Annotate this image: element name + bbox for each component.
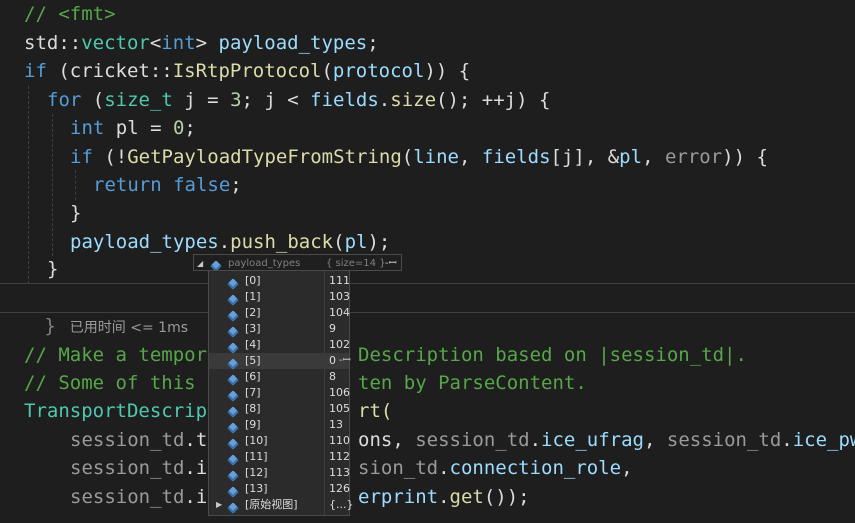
datatip-item-value[interactable]: 106 xyxy=(329,385,350,401)
datatip-item-name: [1] xyxy=(245,290,261,303)
code-text: } xyxy=(44,315,56,337)
datatip-item[interactable]: [13] 126 xyxy=(209,481,350,498)
datatip-panel[interactable]: [0] 111 [1] 103 [2] 104 [3] 9 [4] 102 [5] 0 -ꟷ [6] 8 [7… xyxy=(208,270,354,516)
code-text: return false; xyxy=(93,174,242,196)
datatip-item-name: [13] xyxy=(245,482,268,495)
comment-text: // Some of this xyxy=(24,372,196,394)
code-text: if (cricket::IsRtpProtocol(protocol)) { xyxy=(24,60,471,82)
datatip-item-value[interactable]: 126 xyxy=(329,481,350,497)
datatip-item-value[interactable]: 13 xyxy=(329,417,343,433)
code-text: int pl = 0; xyxy=(70,117,196,139)
datatip-header[interactable]: ◢ payload_types { size=14 } -ꟷ xyxy=(193,254,402,272)
code-text: session_td.t xyxy=(70,429,208,451)
datatip-item-name: [12] xyxy=(245,466,268,479)
datatip-item-name: [11] xyxy=(245,450,268,463)
code-editor[interactable]: // <fmt> std::vector<int> payload_types;… xyxy=(0,0,855,523)
datatip-item-name: [5] xyxy=(245,354,261,367)
datatip-item-value[interactable]: 110 xyxy=(329,433,350,449)
code-line[interactable]: if (cricket::IsRtpProtocol(protocol)) { xyxy=(0,57,470,85)
datatip-item-value[interactable]: 0 xyxy=(329,353,336,369)
code-text: std::vector<int> payload_types; xyxy=(24,32,379,54)
code-text: TransportDescrip xyxy=(24,400,208,422)
datatip-item-value[interactable]: 8 xyxy=(329,369,336,385)
datatip-item-value[interactable]: 102 xyxy=(329,337,350,353)
datatip-item-value[interactable]: 105 xyxy=(329,401,350,417)
datatip-item[interactable]: [6] 8 xyxy=(209,369,349,386)
datatip-item-value[interactable]: 111 xyxy=(329,273,350,289)
datatip-item-value[interactable]: 112 xyxy=(329,449,350,465)
datatip-item[interactable]: [7] 106 xyxy=(209,385,350,402)
datatip-raw-view-name: [原始视图] xyxy=(245,498,298,511)
datatip-item[interactable]: [11] 112 xyxy=(209,449,350,466)
code-line[interactable]: return false; xyxy=(0,171,242,199)
code-text: } xyxy=(47,258,59,280)
code-text: rt( xyxy=(358,400,393,422)
code-line[interactable]: TransportDescrip rt( xyxy=(0,397,392,425)
datatip-item-name: [8] xyxy=(245,402,261,415)
triangle-right-icon[interactable]: ▶ xyxy=(216,497,222,513)
code-line[interactable]: int pl = 0; xyxy=(0,114,196,142)
datatip-item-name: [10] xyxy=(245,434,268,447)
code-line[interactable]: } xyxy=(0,199,81,227)
datatip-item-value[interactable]: 113 xyxy=(329,465,350,481)
datatip-item[interactable]: [2] 104 xyxy=(209,305,350,322)
datatip-item[interactable]: [9] 13 xyxy=(209,417,349,434)
datatip-raw-view[interactable]: ▶ [原始视图] {...} xyxy=(209,497,354,514)
collapse-triangle-icon[interactable]: ◢ xyxy=(197,255,203,272)
indent-guide xyxy=(75,170,76,200)
datatip-item-name: [9] xyxy=(245,418,261,431)
code-text: session_td.i xyxy=(70,486,208,508)
datatip-item-name: [4] xyxy=(245,338,261,351)
datatip-item[interactable]: [4] 102 xyxy=(209,337,350,354)
code-line[interactable]: if (!GetPayloadTypeFromString(line, fiel… xyxy=(0,143,768,171)
code-text: erprint.get()); xyxy=(358,486,530,508)
datatip-item-name: [0] xyxy=(245,274,261,287)
code-line[interactable]: session_td.i erprint.get()); xyxy=(0,483,530,511)
pin-icon[interactable]: -ꟷ xyxy=(385,255,397,272)
datatip-item-value[interactable]: 104 xyxy=(329,305,350,321)
pin-icon[interactable]: -ꟷ xyxy=(339,353,351,369)
datatip-item-value[interactable]: 9 xyxy=(329,321,336,337)
code-text: ons, session_td.ice_ufrag, session_td.ic… xyxy=(358,429,855,451)
datatip-item[interactable]: [0] 111 xyxy=(209,273,350,290)
code-line[interactable]: session_td.t ons, session_td.ice_ufrag, … xyxy=(0,426,855,454)
datatip-item[interactable]: [8] 105 xyxy=(209,401,350,418)
datatip-item-name: [6] xyxy=(245,370,261,383)
code-line[interactable]: payload_types.push_back(pl); xyxy=(0,228,390,256)
code-text: if (!GetPayloadTypeFromString(line, fiel… xyxy=(70,146,768,168)
datatip-item[interactable]: [10] 110 xyxy=(209,433,350,450)
comment-text: ten by ParseContent. xyxy=(358,372,587,394)
datatip-item[interactable]: [1] 103 xyxy=(209,289,350,306)
comment-text: // Make a tempor xyxy=(24,344,208,366)
datatip-raw-view-value: {...} xyxy=(329,498,354,511)
datatip-item-name: [3] xyxy=(245,322,261,335)
code-line[interactable]: std::vector<int> payload_types; xyxy=(0,29,379,57)
comment-text: // <fmt> xyxy=(24,3,116,25)
code-line[interactable]: // Some of this ten by ParseContent. xyxy=(0,369,587,397)
code-text: } xyxy=(70,202,82,224)
indent-guide xyxy=(52,114,53,256)
cube-icon xyxy=(227,501,239,517)
datatip-item[interactable]: [12] 113 xyxy=(209,465,350,482)
datatip-item-name: [7] xyxy=(245,386,261,399)
perf-tip[interactable]: } 已用时间 <= 1ms xyxy=(24,284,188,337)
datatip-item[interactable]: [5] 0 -ꟷ xyxy=(209,353,351,370)
code-text: payload_types.push_back(pl); xyxy=(70,231,391,253)
comment-text: Description based on |session_td|. xyxy=(358,344,747,366)
code-text: session_td.i xyxy=(70,457,208,479)
code-text: sion_td.connection_role, xyxy=(358,457,633,479)
datatip-item-value[interactable]: 103 xyxy=(329,289,350,305)
code-line[interactable]: for (size_t j = 3; j < fields.size(); ++… xyxy=(0,86,550,114)
code-line[interactable]: } xyxy=(0,255,58,283)
datatip-item-name: [2] xyxy=(245,306,261,319)
code-line[interactable]: session_td.i sion_td.connection_role, xyxy=(0,454,633,482)
code-line[interactable]: // Make a tempor Description based on |s… xyxy=(0,341,747,369)
code-text: for (size_t j = 3; j < fields.size(); ++… xyxy=(47,89,551,111)
datatip-item[interactable]: [3] 9 xyxy=(209,321,349,338)
perf-tip-text: 已用时间 <= 1ms xyxy=(69,320,188,336)
code-line[interactable]: // <fmt> xyxy=(0,0,116,28)
